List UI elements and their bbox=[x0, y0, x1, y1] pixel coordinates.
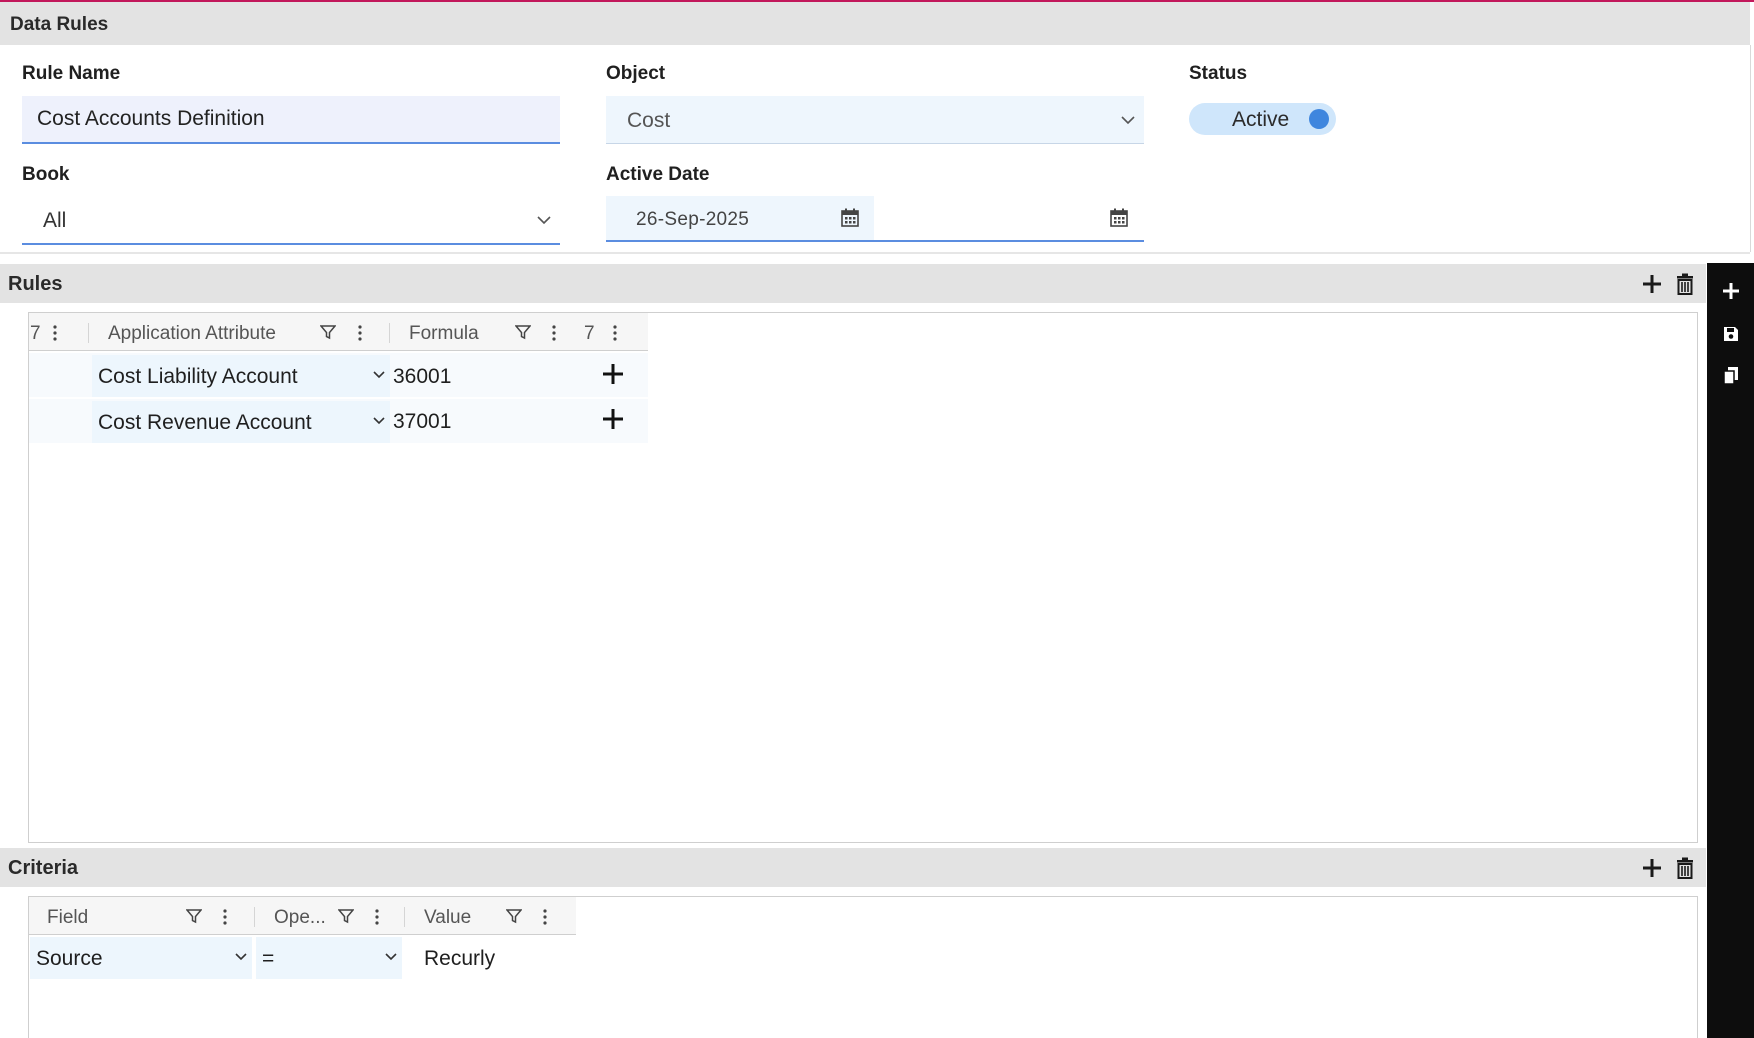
kebab-icon[interactable] bbox=[52, 324, 58, 347]
formula-value[interactable]: 37001 bbox=[393, 410, 451, 434]
operator-value: = bbox=[262, 947, 275, 970]
criteria-section-header: Criteria bbox=[0, 848, 1706, 887]
rules-grid-header: 7 Application Attribute Formula 7 bbox=[29, 313, 648, 351]
column-separator bbox=[404, 907, 405, 927]
column-header-value[interactable]: Value bbox=[424, 907, 471, 929]
kebab-icon[interactable] bbox=[542, 908, 548, 931]
copy-icon[interactable] bbox=[1720, 364, 1742, 386]
rules-section-header: Rules bbox=[0, 264, 1706, 303]
page-header: Data Rules bbox=[0, 2, 1750, 45]
formula-value[interactable]: 36001 bbox=[393, 365, 451, 389]
attribute-select[interactable]: Cost Revenue Account bbox=[92, 401, 390, 443]
right-action-rail bbox=[1707, 263, 1754, 1038]
object-select-value: Cost bbox=[627, 109, 671, 132]
criteria-grid: Field Ope... Value Source = Recurly bbox=[28, 896, 1698, 1038]
book-label: Book bbox=[22, 164, 70, 185]
filter-icon[interactable] bbox=[505, 908, 523, 929]
rule-name-label: Rule Name bbox=[22, 63, 121, 84]
object-label: Object bbox=[606, 63, 666, 84]
kebab-icon[interactable] bbox=[357, 324, 363, 347]
rule-name-input[interactable] bbox=[22, 96, 560, 144]
plus-icon[interactable] bbox=[1640, 272, 1664, 296]
column-separator bbox=[88, 323, 89, 343]
column-header-application-attribute[interactable]: Application Attribute bbox=[108, 323, 276, 345]
filter-icon[interactable] bbox=[514, 324, 532, 345]
column-separator bbox=[254, 907, 255, 927]
chevron-down-icon bbox=[372, 365, 386, 391]
column-header-formula[interactable]: Formula bbox=[409, 323, 479, 345]
chevron-down-icon bbox=[384, 947, 398, 973]
attribute-value: Cost Liability Account bbox=[98, 365, 298, 388]
plus-icon[interactable] bbox=[1640, 856, 1664, 880]
kebab-icon[interactable] bbox=[612, 324, 618, 347]
trash-icon[interactable] bbox=[1673, 856, 1697, 880]
filter-icon[interactable] bbox=[337, 908, 355, 929]
filter-icon[interactable] bbox=[319, 324, 337, 345]
attribute-select[interactable]: Cost Liability Account bbox=[92, 355, 390, 397]
column-separator bbox=[389, 323, 390, 343]
filter-icon[interactable] bbox=[185, 908, 203, 929]
attribute-value: Cost Revenue Account bbox=[98, 411, 312, 434]
kebab-icon[interactable] bbox=[222, 908, 228, 931]
column-header-field[interactable]: Field bbox=[47, 907, 88, 929]
plus-icon[interactable] bbox=[602, 363, 624, 385]
toggle-knob bbox=[1309, 109, 1329, 129]
chevron-down-icon bbox=[536, 206, 552, 240]
calendar-icon[interactable] bbox=[1110, 208, 1128, 232]
criteria-value[interactable]: Recurly bbox=[424, 947, 495, 971]
status-toggle-label: Active bbox=[1232, 108, 1290, 131]
save-icon[interactable] bbox=[1720, 323, 1742, 345]
rules-section-title: Rules bbox=[8, 273, 63, 295]
object-select[interactable]: Cost bbox=[606, 96, 1144, 144]
active-date-field[interactable]: 26-Sep-2025 bbox=[606, 196, 1144, 242]
active-date-input[interactable]: 26-Sep-2025 bbox=[606, 196, 874, 240]
page-title: Data Rules bbox=[10, 14, 109, 35]
criteria-grid-header: Field Ope... Value bbox=[29, 897, 576, 935]
rules-grid: 7 Application Attribute Formula 7 Cost L… bbox=[28, 312, 1698, 843]
trash-icon[interactable] bbox=[1673, 272, 1697, 296]
book-select-value: All bbox=[43, 209, 67, 232]
form-right-border bbox=[1750, 45, 1751, 252]
operator-select[interactable]: = bbox=[256, 937, 402, 979]
active-date-label: Active Date bbox=[606, 164, 710, 185]
column-header: 7 bbox=[584, 323, 595, 344]
kebab-icon[interactable] bbox=[374, 908, 380, 931]
field-select[interactable]: Source bbox=[30, 937, 252, 979]
calendar-icon[interactable] bbox=[841, 208, 859, 232]
chevron-down-icon bbox=[1120, 106, 1136, 140]
plus-icon[interactable] bbox=[602, 408, 624, 430]
chevron-down-icon bbox=[372, 411, 386, 437]
field-value: Source bbox=[36, 947, 103, 970]
book-select[interactable]: All bbox=[22, 196, 560, 245]
column-header-operator[interactable]: Ope... bbox=[274, 907, 326, 929]
plus-icon[interactable] bbox=[1720, 280, 1742, 302]
active-date-value: 26-Sep-2025 bbox=[636, 209, 750, 230]
column-header: 7 bbox=[30, 323, 41, 344]
kebab-icon[interactable] bbox=[551, 324, 557, 347]
criteria-section-title: Criteria bbox=[8, 857, 79, 879]
status-toggle[interactable]: Active bbox=[1189, 103, 1336, 135]
form-divider bbox=[0, 252, 1750, 254]
chevron-down-icon bbox=[234, 947, 248, 973]
status-label: Status bbox=[1189, 63, 1248, 84]
